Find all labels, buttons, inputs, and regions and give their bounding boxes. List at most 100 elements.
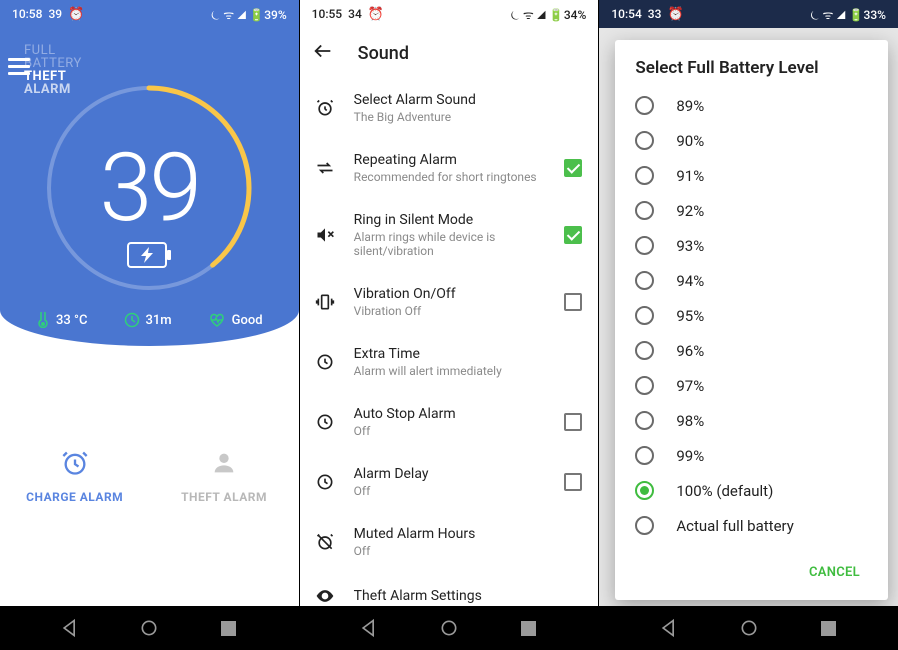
radio-option[interactable]: 98% <box>635 403 872 438</box>
alarm-clock-icon: ⏰ <box>368 7 384 22</box>
nav-back-button[interactable] <box>60 618 80 638</box>
radio-option[interactable]: 93% <box>635 228 872 263</box>
radio-option[interactable]: Actual full battery <box>635 508 872 543</box>
tab-theft-alarm[interactable]: THEFT ALARM <box>149 346 298 606</box>
radio-icon <box>635 271 654 290</box>
alarm-off-icon <box>314 532 336 552</box>
setting-row-muted-alarm-hours[interactable]: Muted Alarm HoursOff <box>300 512 599 572</box>
radio-option[interactable]: 97% <box>635 368 872 403</box>
setting-title: Alarm Delay <box>354 466 547 482</box>
setting-subtitle: Alarm will alert immediately <box>354 364 583 378</box>
status-bar: 10:55 34 ⏰ ⏾ ᯤ ◢ 🔋34% <box>300 0 599 28</box>
clock-icon <box>314 472 336 492</box>
nav-back-button[interactable] <box>359 618 379 638</box>
nav-home-button[interactable] <box>139 618 159 638</box>
radio-option[interactable]: 100% (default) <box>635 473 872 508</box>
setting-title: Ring in Silent Mode <box>354 212 547 228</box>
android-nav-bar <box>300 606 599 650</box>
radio-option[interactable]: 96% <box>635 333 872 368</box>
radio-option[interactable]: 99% <box>635 438 872 473</box>
repeat-icon <box>314 158 336 178</box>
alarm-clock-icon: ⏰ <box>68 7 84 22</box>
setting-title: Muted Alarm Hours <box>354 526 583 542</box>
clock-icon <box>314 352 336 372</box>
radio-label: 93% <box>676 237 704 255</box>
alarm-icon <box>314 98 336 118</box>
checkbox[interactable] <box>564 473 582 491</box>
metric-temp: 33 °C <box>36 312 87 328</box>
alarm-clock-icon: ⏰ <box>667 7 683 22</box>
charging-icon <box>127 242 171 272</box>
setting-row-extra-time[interactable]: Extra Time Alarm will alert immediately <box>300 332 599 392</box>
radio-label: 95% <box>676 307 704 325</box>
radio-option[interactable]: 89% <box>635 88 872 123</box>
nav-back-button[interactable] <box>659 618 679 638</box>
status-temp-small: 33 <box>648 7 662 21</box>
radio-icon <box>635 131 654 150</box>
radio-option[interactable]: 92% <box>635 193 872 228</box>
radio-option[interactable]: 90% <box>635 123 872 158</box>
home-header: FULL BATTERY THEFT ALARM 39 33 °C <box>0 28 299 346</box>
toolbar: Sound <box>300 28 599 78</box>
setting-row-theft-alarm-settings[interactable]: Theft Alarm Settings <box>300 572 599 606</box>
radio-icon <box>635 411 654 430</box>
panel-settings-sound: 10:55 34 ⏰ ⏾ ᯤ ◢ 🔋34% Sound Select Alarm… <box>299 0 599 650</box>
setting-title: Select Alarm Sound <box>354 92 583 108</box>
page-title: Sound <box>358 43 409 64</box>
status-right-icons: ⏾ ᯤ ◢ 🔋39% <box>211 6 287 23</box>
status-right-icons: ⏾ ᯤ ◢ 🔋34% <box>510 6 586 23</box>
eye-icon <box>314 586 336 606</box>
setting-title: Extra Time <box>354 346 583 362</box>
nav-recent-button[interactable] <box>519 618 539 638</box>
radio-label: 94% <box>676 272 704 290</box>
alarm-icon <box>61 449 89 480</box>
select-level-dialog: Select Full Battery Level 89%90%91%92%93… <box>615 40 888 600</box>
setting-row-alarm-delay[interactable]: Alarm DelayOff <box>300 452 599 512</box>
status-temp-small: 34 <box>348 7 362 21</box>
radio-icon <box>635 236 654 255</box>
radio-list[interactable]: 89%90% 91% 92% 93% 94% 95% 96% 97% 98% 99% 100% (d… <box>635 88 872 553</box>
radio-option[interactable]: 95% <box>635 298 872 333</box>
status-temp-small: 39 <box>48 7 62 21</box>
checkbox[interactable] <box>564 413 582 431</box>
setting-row-ring-silent-mode[interactable]: Ring in Silent ModeAlarm rings while dev… <box>300 198 599 272</box>
nav-recent-button[interactable] <box>219 618 239 638</box>
tab-bar: CHARGE ALARM THEFT ALARM <box>0 346 299 606</box>
checkbox[interactable] <box>564 293 582 311</box>
tab-charge-alarm[interactable]: CHARGE ALARM <box>0 346 149 606</box>
status-right-icons: ⏾ ᯤ ◢ 🔋33% <box>810 6 886 23</box>
android-nav-bar <box>0 606 299 650</box>
radio-icon <box>635 306 654 325</box>
volume-off-icon <box>314 225 336 245</box>
radio-label: 91% <box>676 167 704 185</box>
vibration-icon <box>314 292 336 312</box>
nav-recent-button[interactable] <box>818 618 838 638</box>
person-icon <box>210 449 238 480</box>
setting-subtitle: The Big Adventure <box>354 110 583 124</box>
back-button[interactable] <box>312 40 334 67</box>
radio-option[interactable]: 91% <box>635 158 872 193</box>
setting-row-auto-stop-alarm[interactable]: Auto Stop AlarmOff <box>300 392 599 452</box>
setting-row-repeating-alarm[interactable]: Repeating AlarmRecommended for short rin… <box>300 138 599 198</box>
radio-icon <box>635 201 654 220</box>
radio-icon <box>635 376 654 395</box>
battery-ring: 39 <box>39 78 259 298</box>
setting-row-vibration-onoff[interactable]: Vibration On/OffVibration Off <box>300 272 599 332</box>
setting-row-select-alarm-sound[interactable]: Select Alarm Sound The Big Adventure <box>300 78 599 138</box>
settings-list[interactable]: Select Alarm Sound The Big Adventure Repea… <box>300 78 599 606</box>
nav-home-button[interactable] <box>739 618 759 638</box>
cancel-button[interactable]: CANCEL <box>801 559 868 586</box>
radio-icon <box>635 166 654 185</box>
checkbox[interactable] <box>564 159 582 177</box>
panel-home: 10:58 39 ⏰ ⏾ ᯤ ◢ 🔋39% FULL BATTERY THEFT… <box>0 0 299 650</box>
radio-label: 98% <box>676 412 704 430</box>
radio-label: 99% <box>676 447 704 465</box>
status-time: 10:55 <box>312 7 342 21</box>
radio-icon <box>635 481 654 500</box>
panel-dialog: 10:54 33 ⏰ ⏾ ᯤ ◢ 🔋33% Select Full Batter… <box>598 0 898 650</box>
radio-option[interactable]: 94% <box>635 263 872 298</box>
nav-home-button[interactable] <box>439 618 459 638</box>
radio-label: 96% <box>676 342 704 360</box>
checkbox[interactable] <box>564 226 582 244</box>
metrics-row: 33 °C 31m Good <box>0 312 299 328</box>
